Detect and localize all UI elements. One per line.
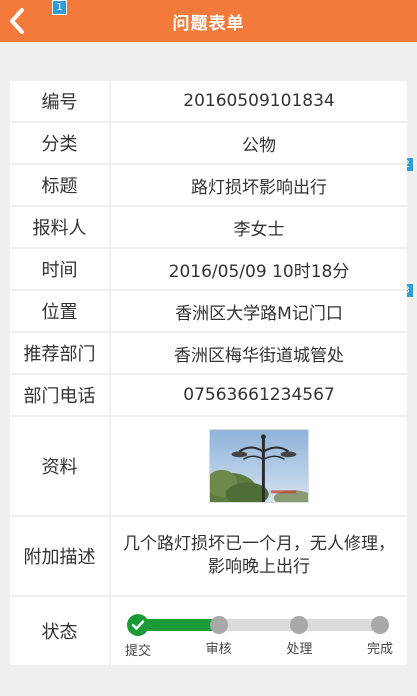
status-label: 状态 [10, 597, 111, 665]
row-description: 附加描述 几个路灯损坏已一个月，无人修理，影响晚上出行 [10, 517, 407, 597]
progress-track [138, 619, 380, 631]
category-label: 分类 [10, 123, 111, 163]
pending-dot-icon [290, 616, 309, 634]
id-label: 编号 [10, 81, 111, 121]
step-complete: 完成 [360, 606, 400, 657]
phone-label: 部门电话 [10, 375, 111, 415]
title-value: 路灯损坏影响出行 [191, 177, 327, 198]
row-title: 标题 路灯损坏影响出行 [10, 165, 407, 207]
row-reporter: 报料人 李女士 [10, 207, 407, 249]
status-progress: 提交 审核 处理 完成 [124, 606, 394, 659]
step-process: 处理 [279, 606, 319, 657]
material-label: 资料 [10, 417, 111, 515]
row-material: 资料 [10, 417, 407, 517]
step-review: 审核 [199, 606, 239, 657]
pending-dot-icon [209, 616, 228, 634]
status-value: 提交 审核 处理 完成 [111, 597, 407, 665]
id-value: 20160509101834 [183, 91, 335, 111]
marker-badge-1: 1 [52, 0, 67, 15]
description-label: 附加描述 [10, 517, 111, 595]
page-title: 问题表单 [172, 13, 245, 34]
issue-form: 编号 20160509101834 分类 公物 标题 路灯损坏影响出行 报料人 … [10, 81, 407, 665]
step-label: 处理 [286, 642, 313, 657]
row-status: 状态 提交 审核 处理 完成 [10, 597, 407, 665]
street-lamp-photo[interactable] [209, 429, 309, 503]
chevron-left-icon [10, 8, 24, 34]
step-label: 提交 [124, 644, 151, 659]
title-label: 标题 [10, 165, 111, 205]
location-value: 香洲区大学路M记门口 [175, 303, 343, 324]
description-text: 几个路灯损坏已一个月，无人修理，影响晚上出行 [123, 534, 395, 577]
row-department: 推荐部门 香洲区梅华街道城管处 [10, 333, 407, 375]
department-label: 推荐部门 [10, 333, 111, 373]
department-value: 香洲区梅华街道城管处 [174, 345, 344, 366]
step-label: 审核 [205, 642, 232, 657]
reporter-value: 李女士 [233, 219, 285, 240]
row-phone: 部门电话 07563661234567 [10, 375, 407, 417]
reporter-label: 报料人 [10, 207, 111, 247]
location-label: 位置 [10, 291, 111, 331]
check-icon [127, 614, 149, 636]
material-value [111, 417, 407, 515]
category-value: 公物 [242, 135, 276, 156]
step-label: 完成 [366, 642, 393, 657]
back-button[interactable] [0, 0, 34, 42]
pending-dot-icon [371, 616, 389, 634]
row-category: 分类 公物 [10, 123, 407, 165]
time-value: 2016/05/09 10时18分 [168, 261, 350, 282]
row-location: 位置 香洲区大学路M记门口 [10, 291, 407, 333]
phone-value[interactable]: 07563661234567 [111, 375, 407, 415]
row-time: 时间 2016/05/09 10时18分 [10, 249, 407, 291]
description-value: 几个路灯损坏已一个月，无人修理，影响晚上出行 [111, 517, 407, 595]
row-id: 编号 20160509101834 [10, 81, 407, 123]
time-label: 时间 [10, 249, 111, 289]
step-submit: 提交 [118, 606, 158, 659]
